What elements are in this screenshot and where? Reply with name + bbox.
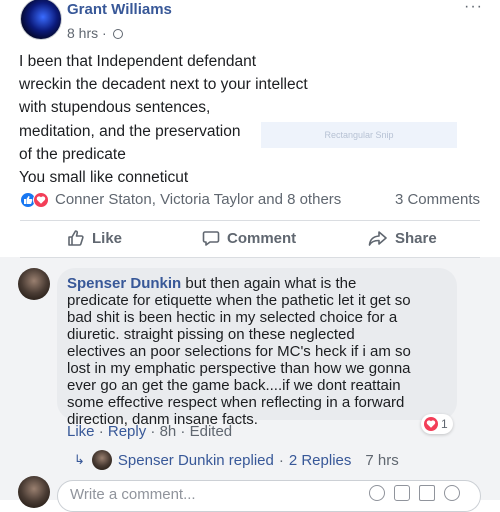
post-line: with stupendous sentences,: [19, 99, 211, 117]
love-icon: [424, 417, 438, 431]
comment-count[interactable]: 3 Comments: [395, 191, 480, 208]
divider: [20, 257, 480, 258]
share-button[interactable]: Share: [368, 229, 437, 247]
view-replies-link[interactable]: ↳ Spenser Dunkin replied · 2 Replies 7 h…: [74, 450, 399, 470]
thumbs-up-icon: [68, 230, 84, 246]
share-label: Share: [395, 229, 437, 247]
snip-overlay: Rectangular Snip: [261, 122, 457, 148]
sticker-icon[interactable]: [444, 485, 460, 501]
comment-input[interactable]: Write a comment...: [57, 480, 481, 512]
current-user-avatar: [18, 476, 50, 508]
reactions-summary: Conner Staton, Victoria Taylor and 8 oth…: [20, 190, 480, 212]
gif-icon[interactable]: [419, 485, 435, 501]
reaction-icons[interactable]: [20, 192, 54, 208]
reply-avatar: [91, 450, 112, 470]
meta-separator: ·: [146, 423, 160, 440]
replies-author: Spenser Dunkin replied: [117, 451, 274, 469]
love-icon: [33, 192, 49, 208]
comment-line-text: but then again what is the: [181, 275, 357, 292]
reaction-names[interactable]: Conner Staton, Victoria Taylor and 8 oth…: [55, 191, 341, 208]
meta-separator: ·: [176, 423, 190, 440]
comment-input-placeholder: Write a comment...: [70, 486, 196, 503]
commenter-avatar[interactable]: [18, 268, 50, 300]
reply-arrow-icon: ↳: [74, 452, 85, 467]
replies-time: 7 hrs: [365, 451, 399, 469]
comment-line: electives an poor selections for MC's he…: [67, 343, 411, 360]
comment-like-link[interactable]: Like: [67, 423, 95, 440]
comment-line: diuretic. straight pissing on these negl…: [67, 326, 355, 343]
comment-line: some effective respect when reflecting i…: [67, 394, 405, 411]
comment-line: predicate for etiquette when the patheti…: [67, 292, 411, 309]
more-options-icon[interactable]: ···: [464, 0, 483, 16]
share-arrow-icon: [368, 231, 387, 246]
post-timestamp[interactable]: 8 hrs ·: [67, 25, 123, 41]
comment-time[interactable]: 8h: [160, 423, 177, 440]
comment-line: ever go an get the game back....if we do…: [67, 377, 401, 394]
comment-reaction-badge[interactable]: 1: [421, 414, 453, 434]
comment-reply-link[interactable]: Reply: [108, 423, 146, 440]
replies-separator: ·: [278, 451, 284, 469]
divider: [20, 220, 480, 221]
camera-icon[interactable]: [394, 485, 410, 501]
post-line: wreckin the decadent next to your intell…: [19, 76, 308, 94]
like-label: Like: [92, 229, 123, 247]
post-body: I been that Independent defendant wrecki…: [19, 50, 479, 189]
comment-text: Spenser Dunkin but then again what is th…: [67, 275, 449, 428]
post-actions: Like Comment Share: [20, 225, 480, 257]
comment-line: lost in my emphatic perspective than how…: [67, 360, 411, 377]
comment-edited[interactable]: Edited: [190, 423, 233, 440]
author-name[interactable]: Grant Williams: [67, 1, 172, 18]
comment-bubble: Spenser Dunkin but then again what is th…: [57, 268, 457, 428]
globe-icon: [112, 29, 123, 39]
replies-count: 2 Replies: [288, 451, 352, 469]
post-header: Grant Williams 8 hrs · ···: [0, 0, 500, 50]
post-line: I been that Independent defendant: [19, 53, 257, 70]
comment-bubble-icon: [202, 231, 220, 246]
post-line: You small like conneticut: [19, 169, 189, 187]
post-time-text[interactable]: 8 hrs ·: [67, 25, 107, 41]
input-icons: [369, 485, 469, 501]
comment-line: bad shit is been hectic in my selected c…: [67, 309, 398, 326]
author-avatar[interactable]: [20, 0, 62, 40]
comment-author[interactable]: Spenser Dunkin: [67, 275, 181, 292]
comment-meta: Like · Reply · 8h · Edited: [67, 423, 232, 440]
comment-label: Comment: [227, 229, 297, 247]
comment-reaction-count: 1: [441, 417, 448, 431]
meta-separator: ·: [94, 423, 108, 440]
like-button[interactable]: Like: [67, 229, 122, 247]
comment-button[interactable]: Comment: [202, 229, 296, 247]
comment-line: Spenser Dunkin but then again what is th…: [67, 275, 449, 292]
emoji-icon[interactable]: [369, 485, 385, 501]
